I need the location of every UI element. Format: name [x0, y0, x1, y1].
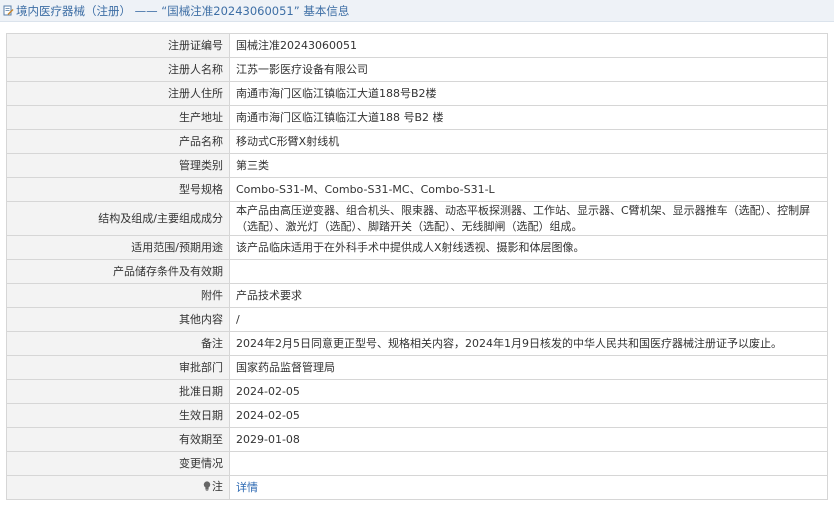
row-value-attachment: 产品技术要求 — [229, 283, 828, 308]
row-value-structure-composition: 本产品由高压逆变器、组合机头、限束器、动态平板探测器、工作站、显示器、C臂机架、… — [229, 201, 828, 236]
row-label-registration-number: 注册证编号 — [6, 33, 230, 58]
row-label-structure-composition: 结构及组成/主要组成成分 — [6, 201, 230, 236]
row-label-intended-use: 适用范围/预期用途 — [6, 235, 230, 260]
table-row: 注 详情 — [6, 475, 828, 500]
row-label-model-spec: 型号规格 — [6, 177, 230, 202]
row-value-other-content: / — [229, 307, 828, 332]
row-value-registrant-address: 南通市海门区临江镇临江大道188号B2楼 — [229, 81, 828, 106]
title-bar: 境内医疗器械（注册） —— “国械注准20243060051” 基本信息 — [0, 0, 834, 22]
table-row: 生效日期 2024-02-05 — [6, 403, 828, 428]
details-link[interactable]: 详情 — [236, 481, 258, 494]
row-label-effective-date: 生效日期 — [6, 403, 230, 428]
row-label-other-content: 其他内容 — [6, 307, 230, 332]
row-label-attachment: 附件 — [6, 283, 230, 308]
row-value-approval-department: 国家药品监督管理局 — [229, 355, 828, 380]
table-row: 结构及组成/主要组成成分 本产品由高压逆变器、组合机头、限束器、动态平板探测器、… — [6, 201, 828, 236]
registration-info-table: 注册证编号 国械注准20243060051 注册人名称 江苏一影医疗设备有限公司… — [6, 33, 828, 500]
row-value-valid-until: 2029-01-08 — [229, 427, 828, 452]
row-value-note: 详情 — [229, 475, 828, 500]
row-value-remarks: 2024年2月5日同意更正型号、规格相关内容，2024年1月9日核发的中华人民共… — [229, 331, 828, 356]
row-label-remarks: 备注 — [6, 331, 230, 356]
page: 境内医疗器械（注册） —— “国械注准20243060051” 基本信息 注册证… — [0, 0, 834, 517]
table-row: 产品名称 移动式C形臂X射线机 — [6, 129, 828, 154]
row-label-approval-date: 批准日期 — [6, 379, 230, 404]
row-value-change-status — [229, 451, 828, 476]
row-value-approval-date: 2024-02-05 — [229, 379, 828, 404]
document-edit-icon — [3, 5, 14, 16]
row-value-model-spec: Combo-S31-M、Combo-S31-MC、Combo-S31-L — [229, 177, 828, 202]
row-label-change-status: 变更情况 — [6, 451, 230, 476]
row-label-approval-department: 审批部门 — [6, 355, 230, 380]
row-value-intended-use: 该产品临床适用于在外科手术中提供成人X射线透视、摄影和体层图像。 — [229, 235, 828, 260]
row-value-registration-number: 国械注准20243060051 — [229, 33, 828, 58]
table-row: 有效期至 2029-01-08 — [6, 427, 828, 452]
row-value-product-name: 移动式C形臂X射线机 — [229, 129, 828, 154]
table-row: 产品储存条件及有效期 — [6, 259, 828, 284]
table-row: 注册人住所 南通市海门区临江镇临江大道188号B2楼 — [6, 81, 828, 106]
row-value-storage-validity — [229, 259, 828, 284]
lightbulb-icon — [203, 480, 211, 496]
row-label-registrant-address: 注册人住所 — [6, 81, 230, 106]
row-label-product-name: 产品名称 — [6, 129, 230, 154]
row-label-storage-validity: 产品储存条件及有效期 — [6, 259, 230, 284]
table-row: 管理类别 第三类 — [6, 153, 828, 178]
row-value-production-address: 南通市海门区临江镇临江大道188 号B2 楼 — [229, 105, 828, 130]
table-row: 适用范围/预期用途 该产品临床适用于在外科手术中提供成人X射线透视、摄影和体层图… — [6, 235, 828, 260]
row-label-registrant-name: 注册人名称 — [6, 57, 230, 82]
table-row: 其他内容 / — [6, 307, 828, 332]
row-value-management-category: 第三类 — [229, 153, 828, 178]
row-label-production-address: 生产地址 — [6, 105, 230, 130]
page-title: 境内医疗器械（注册） —— “国械注准20243060051” 基本信息 — [16, 3, 350, 18]
row-label-note: 注 — [6, 475, 230, 500]
table-row: 注册人名称 江苏一影医疗设备有限公司 — [6, 57, 828, 82]
table-row: 生产地址 南通市海门区临江镇临江大道188 号B2 楼 — [6, 105, 828, 130]
table-row: 审批部门 国家药品监督管理局 — [6, 355, 828, 380]
table-row: 批准日期 2024-02-05 — [6, 379, 828, 404]
row-label-valid-until: 有效期至 — [6, 427, 230, 452]
table-row: 备注 2024年2月5日同意更正型号、规格相关内容，2024年1月9日核发的中华… — [6, 331, 828, 356]
table-row: 注册证编号 国械注准20243060051 — [6, 33, 828, 58]
row-value-effective-date: 2024-02-05 — [229, 403, 828, 428]
table-row: 型号规格 Combo-S31-M、Combo-S31-MC、Combo-S31-… — [6, 177, 828, 202]
row-label-management-category: 管理类别 — [6, 153, 230, 178]
note-label-text: 注 — [212, 480, 223, 493]
table-row: 附件 产品技术要求 — [6, 283, 828, 308]
row-value-registrant-name: 江苏一影医疗设备有限公司 — [229, 57, 828, 82]
table-row: 变更情况 — [6, 451, 828, 476]
